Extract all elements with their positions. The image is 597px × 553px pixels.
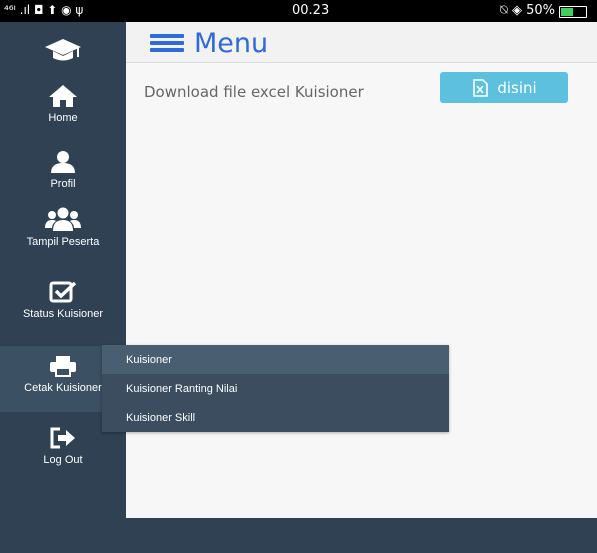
sidebar-item-label: Profil: [50, 178, 76, 190]
sidebar-item-profil[interactable]: Profil: [0, 150, 126, 190]
sidebar-item-label: Tampil Peserta: [26, 236, 100, 248]
sidebar-item-label: Log Out: [43, 454, 83, 466]
sidebar-item-home[interactable]: Home: [0, 84, 126, 124]
checkbox-icon: [49, 281, 77, 303]
download-excel-button[interactable]: disini: [440, 72, 568, 103]
bottom-bar: [126, 518, 597, 553]
main-content: Menu Download file excel Kuisioner disin…: [126, 22, 597, 518]
logout-icon: [50, 427, 75, 449]
sidebar-item-label: Cetak Kuisioner: [24, 382, 102, 394]
status-icons-left: ⁴⁶ᴵ .ıl ◘ ⬆ ◉ ψ: [4, 3, 84, 17]
home-icon: [49, 85, 77, 107]
sidebar-item-log-out[interactable]: Log Out: [0, 426, 126, 466]
users-icon: [45, 207, 81, 231]
submenu-item-kuisioner[interactable]: Kuisioner: [102, 345, 449, 374]
submenu-item-label: Kuisioner: [126, 353, 172, 366]
excel-file-icon: [473, 78, 489, 97]
cetak-kuisioner-submenu: Kuisioner Kuisioner Ranting Nilai Kuisio…: [102, 345, 449, 432]
status-bar: ⁴⁶ᴵ .ıl ◘ ⬆ ◉ ψ 00.23 ⍉ ◈ 50%: [0, 0, 597, 22]
page-title: Menu: [194, 28, 269, 59]
battery-icon: [559, 6, 587, 18]
submenu-item-label: Kuisioner Ranting Nilai: [126, 382, 238, 395]
user-icon: [51, 151, 75, 173]
submenu-item-label: Kuisioner Skill: [126, 411, 196, 424]
sidebar-item-label: Status Kuisioner: [22, 308, 104, 320]
status-time: 00.23: [292, 3, 330, 18]
sidebar-item-status-kuisioner[interactable]: Status Kuisioner: [0, 280, 126, 320]
printer-icon: [50, 356, 76, 377]
graduation-cap-icon[interactable]: [0, 36, 126, 66]
submenu-item-kuisioner-skill[interactable]: Kuisioner Skill: [102, 403, 449, 432]
sidebar-item-label: Home: [48, 112, 78, 124]
hamburger-menu-icon[interactable]: [150, 32, 184, 54]
status-icons-right: ⍉ ◈ 50%: [500, 3, 555, 18]
top-bar: Menu: [126, 22, 597, 63]
sidebar: Home Profil Tampil Peserta Status Kuisio…: [0, 22, 126, 553]
download-description: Download file excel Kuisioner: [144, 83, 364, 101]
submenu-item-kuisioner-ranting-nilai[interactable]: Kuisioner Ranting Nilai: [102, 374, 449, 403]
sidebar-item-tampil-peserta[interactable]: Tampil Peserta: [0, 206, 126, 248]
app-screen: ⁴⁶ᴵ .ıl ◘ ⬆ ◉ ψ 00.23 ⍉ ◈ 50% Home Profi…: [0, 0, 597, 553]
download-button-label: disini: [497, 78, 537, 97]
